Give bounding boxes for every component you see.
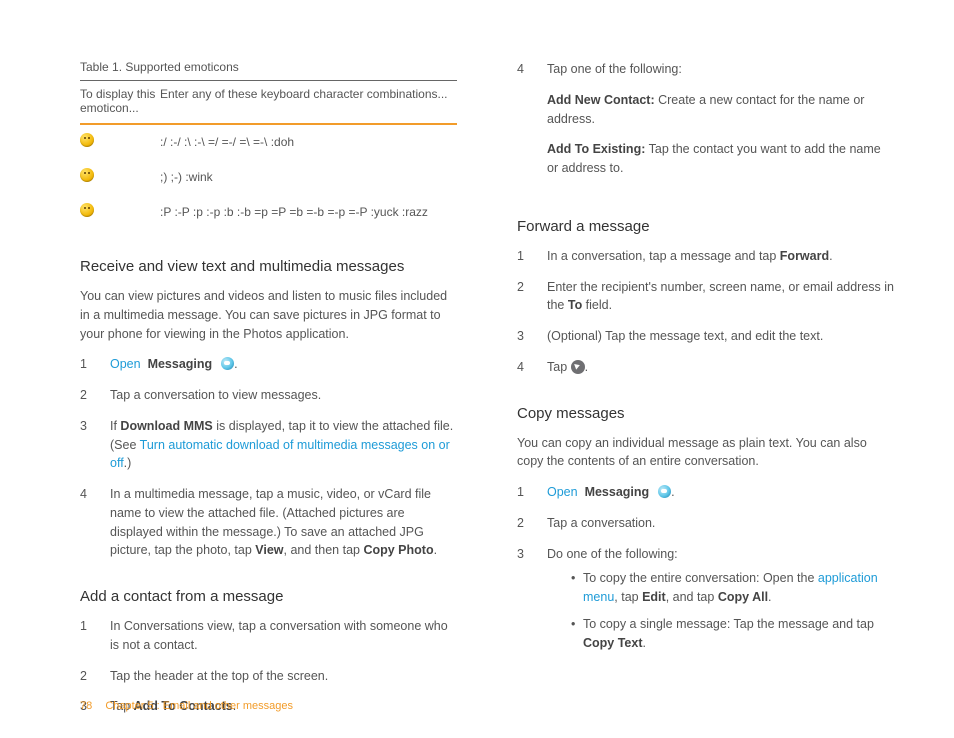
step-number: 4 <box>517 358 531 377</box>
step-number: 1 <box>517 247 531 266</box>
step-text: Tap the header at the top of the screen. <box>110 667 457 686</box>
step-number: 2 <box>80 386 94 405</box>
edit-label: Edit <box>642 590 666 604</box>
download-mms-label: Download MMS <box>120 419 212 433</box>
table-row: :P :-P :p :-p :b :-b =p =P =b =-b =-p =-… <box>80 195 457 230</box>
step-text: . <box>829 249 832 263</box>
heading-forward: Forward a message <box>517 218 894 235</box>
step-text: Tap a conversation. <box>547 514 894 533</box>
bullet-text: To copy a single message: Tap the messag… <box>583 617 874 631</box>
step-text: Tap one of the following: <box>547 62 682 76</box>
table-row: ;) ;-) :wink <box>80 160 457 195</box>
step-text: field. <box>582 298 612 312</box>
step-text: If <box>110 419 120 433</box>
step-text: Tap a conversation to view messages. <box>110 386 457 405</box>
step-text: . <box>434 543 437 557</box>
bullet-text: To copy the entire conversation: Open th… <box>583 571 818 585</box>
step-text: In Conversations view, tap a conversatio… <box>110 617 457 655</box>
page-footer: 78 Chapter 5 : Email and other messages <box>80 700 293 712</box>
step-number: 4 <box>80 485 94 560</box>
add-to-existing-label: Add To Existing: <box>547 142 645 156</box>
table-cell-combos: :/ :-/ :\ :-\ =/ =-/ =\ =-\ :doh <box>160 124 457 160</box>
emoticon-icon <box>80 133 94 147</box>
step-number: 1 <box>517 483 531 502</box>
paragraph: You can view pictures and videos and lis… <box>80 287 457 343</box>
bullet-text: . <box>643 636 646 650</box>
step-number: 2 <box>517 278 531 316</box>
view-label: View <box>255 543 283 557</box>
period: . <box>671 485 674 499</box>
paragraph: You can copy an individual message as pl… <box>517 434 894 472</box>
table-head-emoticon: To display this emoticon... <box>80 81 160 125</box>
emoticon-icon <box>80 168 94 182</box>
step-number: 1 <box>80 355 94 374</box>
emoticon-table: To display this emoticon... Enter any of… <box>80 80 457 230</box>
page-number: 78 <box>80 700 92 712</box>
table-caption: Table 1. Supported emoticons <box>80 60 457 74</box>
step-number: 3 <box>517 545 531 661</box>
step-number: 1 <box>80 617 94 655</box>
step-number: 2 <box>80 667 94 686</box>
list-item: To copy the entire conversation: Open th… <box>571 569 894 607</box>
step-text: In a conversation, tap a message and tap <box>547 249 780 263</box>
step-number: 2 <box>517 514 531 533</box>
heading-copy-messages: Copy messages <box>517 405 894 422</box>
table-head-combos: Enter any of these keyboard character co… <box>160 81 457 125</box>
table-cell-combos: ;) ;-) :wink <box>160 160 457 195</box>
open-link[interactable]: Open <box>547 485 578 499</box>
step-text: (Optional) Tap the message text, and edi… <box>547 327 894 346</box>
add-new-contact-label: Add New Contact: <box>547 93 655 107</box>
step-number: 4 <box>517 60 531 190</box>
auto-download-link[interactable]: Turn automatic download of multimedia me… <box>110 438 450 471</box>
table-cell-combos: :P :-P :p :-p :b :-b =p =P =b =-b =-p =-… <box>160 195 457 230</box>
forward-label: Forward <box>780 249 829 263</box>
table-row: :/ :-/ :\ :-\ =/ =-/ =\ =-\ :doh <box>80 124 457 160</box>
heading-receive-view: Receive and view text and multimedia mes… <box>80 258 457 275</box>
emoticon-icon <box>80 203 94 217</box>
period: . <box>234 357 237 371</box>
send-icon <box>571 360 585 374</box>
step-text: Do one of the following: <box>547 547 678 561</box>
list-item: To copy a single message: Tap the messag… <box>571 615 894 653</box>
open-link[interactable]: Open <box>110 357 141 371</box>
step-text: Tap <box>547 360 571 374</box>
step-text: .) <box>124 456 132 470</box>
bullet-text: , and tap <box>666 590 718 604</box>
messaging-label: Messaging <box>585 485 650 499</box>
to-label: To <box>568 298 582 312</box>
copy-all-label: Copy All <box>718 590 768 604</box>
copy-photo-label: Copy Photo <box>363 543 433 557</box>
chapter-label: Chapter 5 : Email and other messages <box>105 700 293 712</box>
copy-text-label: Copy Text <box>583 636 643 650</box>
bullet-text: , tap <box>614 590 642 604</box>
step-text: . <box>585 360 588 374</box>
messaging-label: Messaging <box>148 357 213 371</box>
step-number: 3 <box>517 327 531 346</box>
messaging-icon <box>658 485 671 498</box>
heading-add-contact: Add a contact from a message <box>80 588 457 605</box>
step-text: , and then tap <box>284 543 364 557</box>
bullet-text: . <box>768 590 771 604</box>
step-number: 3 <box>80 417 94 473</box>
messaging-icon <box>221 357 234 370</box>
